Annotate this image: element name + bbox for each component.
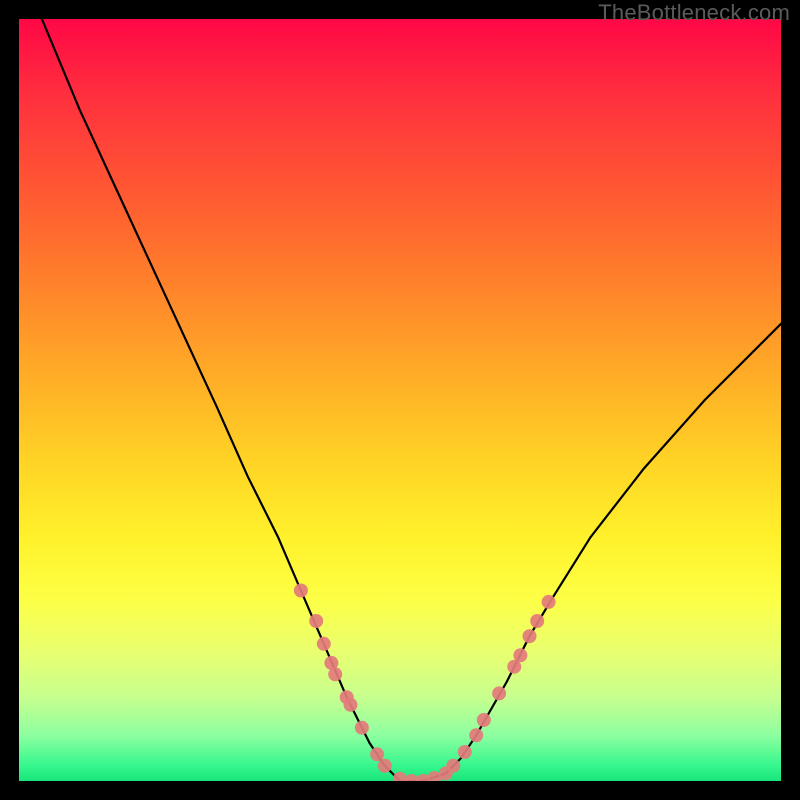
chart-canvas: TheBottleneck.com <box>0 0 800 800</box>
marker-point <box>328 667 342 681</box>
highlighted-points <box>294 584 556 782</box>
marker-point <box>294 584 308 598</box>
marker-point <box>317 637 331 651</box>
marker-point <box>344 698 358 712</box>
watermark-text: TheBottleneck.com <box>598 0 790 26</box>
marker-point <box>492 686 506 700</box>
marker-point <box>458 745 472 759</box>
marker-point <box>477 713 491 727</box>
marker-point <box>355 721 369 735</box>
marker-point <box>469 728 483 742</box>
bottleneck-curve <box>42 19 781 781</box>
marker-point <box>530 614 544 628</box>
plot-area <box>19 19 781 781</box>
plot-svg <box>19 19 781 781</box>
marker-point <box>523 629 537 643</box>
marker-point <box>378 759 392 773</box>
marker-point <box>309 614 323 628</box>
marker-point <box>370 747 384 761</box>
marker-point <box>446 759 460 773</box>
marker-point <box>513 648 527 662</box>
marker-point <box>542 595 556 609</box>
